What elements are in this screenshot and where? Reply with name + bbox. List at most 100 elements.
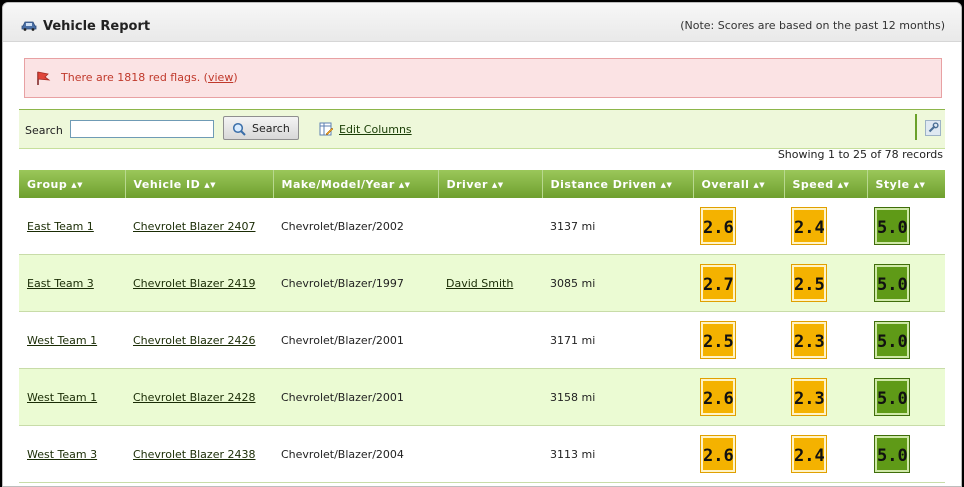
alert-text-after: ) (233, 71, 238, 84)
table-row: East Team 3 Chevrolet Blazer 2419 Chevro… (19, 254, 945, 312)
magnifier-icon (232, 122, 246, 136)
driver-link[interactable]: David Smith (446, 277, 513, 290)
scores-note: (Note: Scores are based on the past 12 m… (680, 19, 945, 32)
edit-columns-label: Edit Columns (339, 123, 412, 136)
speed-cell: 2.4 (784, 425, 867, 483)
distance-cell: 3113 mi (542, 425, 693, 483)
table-header-row: Group ▲▼ Vehicle ID ▲▼ Make/Model/Year ▲▼ D… (19, 170, 945, 198)
speed-score-badge: 2.4 (791, 207, 827, 245)
sort-arrows-icon: ▲▼ (398, 180, 411, 189)
style-score-badge: 5.0 (874, 207, 910, 245)
column-header-driver[interactable]: Driver ▲▼ (438, 170, 543, 198)
vehicle-id-link[interactable]: Chevrolet Blazer 2428 (133, 391, 255, 404)
records-count: Showing 1 to 25 of 78 records (777, 148, 943, 161)
column-header-make-model-year[interactable]: Make/Model/Year ▲▼ (273, 170, 439, 198)
overall-cell: 2.5 (693, 311, 784, 369)
vehicle-report-panel: Vehicle Report (Note: Scores are based o… (2, 2, 962, 487)
vehicle-id-link[interactable]: Chevrolet Blazer 2426 (133, 334, 255, 347)
overall-cell: 2.7 (693, 254, 784, 312)
search-label: Search (25, 124, 63, 137)
vehicle-id-cell: Chevrolet Blazer 2428 (125, 368, 273, 426)
vehicle-id-cell: Chevrolet Blazer 2407 (125, 198, 273, 255)
page-title: Vehicle Report (43, 19, 151, 34)
sort-arrows-icon: ▲▼ (71, 180, 83, 189)
vehicle-id-link[interactable]: Chevrolet Blazer 2407 (133, 220, 255, 233)
distance-cell: 3137 mi (542, 198, 693, 255)
overall-score-badge: 2.5 (700, 321, 736, 359)
style-cell: 5.0 (867, 425, 945, 483)
table-row: East Team 1 Chevrolet Blazer 2407 Chevro… (19, 198, 945, 255)
make-model-year-cell: Chevrolet/Blazer/2001 (273, 368, 438, 426)
make-model-year-cell: Chevrolet/Blazer/2004 (273, 425, 438, 483)
style-cell: 5.0 (867, 311, 945, 369)
speed-cell: 2.4 (784, 198, 867, 255)
vehicle-id-link[interactable]: Chevrolet Blazer 2419 (133, 277, 255, 290)
title-bar: Vehicle Report (Note: Scores are based o… (3, 3, 961, 42)
sort-arrows-icon: ▲▼ (837, 180, 850, 189)
column-header-speed[interactable]: Speed ▲▼ (784, 170, 868, 198)
wrench-icon (928, 122, 939, 133)
column-label: Group (27, 177, 68, 191)
search-button[interactable]: Search (223, 116, 299, 140)
group-link[interactable]: East Team 1 (27, 220, 94, 233)
speed-cell: 2.5 (784, 254, 867, 312)
edit-columns-icon (319, 122, 333, 136)
column-label: Driver (446, 177, 488, 191)
driver-cell (438, 368, 542, 426)
sort-arrows-icon: ▲▼ (660, 180, 673, 189)
vehicle-id-link[interactable]: Chevrolet Blazer 2438 (133, 448, 255, 461)
group-link[interactable]: West Team 1 (27, 391, 97, 404)
style-score-badge: 5.0 (874, 321, 910, 359)
red-flags-alert: There are 1818 red flags. (view) (24, 58, 942, 98)
sort-arrows-icon: ▲▼ (913, 180, 926, 189)
group-link[interactable]: East Team 3 (27, 277, 94, 290)
column-label: Overall (701, 177, 750, 191)
column-header-group[interactable]: Group ▲▼ (19, 170, 126, 198)
group-link[interactable]: West Team 1 (27, 334, 97, 347)
distance-cell: 3171 mi (542, 311, 693, 369)
settings-button[interactable] (925, 120, 941, 136)
group-cell: West Team 1 (19, 311, 125, 369)
view-red-flags-link[interactable]: view (208, 71, 233, 84)
red-flag-icon (37, 71, 51, 85)
column-label: Make/Model/Year (281, 177, 395, 191)
make-model-year-cell: Chevrolet/Blazer/1997 (273, 254, 438, 312)
vehicle-id-cell: Chevrolet Blazer 2438 (125, 425, 273, 483)
column-label: Style (875, 177, 910, 191)
overall-cell: 2.6 (693, 368, 784, 426)
alert-message: There are 1818 red flags. (view) (61, 71, 238, 84)
overall-score-badge: 2.6 (700, 207, 736, 245)
column-header-vehicle-id[interactable]: Vehicle ID ▲▼ (125, 170, 274, 198)
alert-text-before: There are 1818 red flags. ( (61, 71, 208, 84)
search-toolbar: Search Search Edit Columns (19, 109, 945, 149)
car-icon (21, 21, 37, 31)
speed-score-badge: 2.4 (791, 435, 827, 473)
overall-cell: 2.6 (693, 425, 784, 483)
search-input[interactable] (70, 120, 214, 138)
make-model-year-cell: Chevrolet/Blazer/2002 (273, 198, 438, 255)
column-header-overall[interactable]: Overall ▲▼ (693, 170, 785, 198)
style-cell: 5.0 (867, 368, 945, 426)
sort-arrows-icon: ▲▼ (204, 180, 217, 189)
distance-cell: 3158 mi (542, 368, 693, 426)
group-link[interactable]: West Team 3 (27, 448, 97, 461)
speed-score-badge: 2.5 (791, 264, 827, 302)
sort-arrows-icon: ▲▼ (491, 180, 504, 189)
style-score-badge: 5.0 (874, 264, 910, 302)
make-model-year-cell: Chevrolet/Blazer/2001 (273, 311, 438, 369)
column-header-distance-driven[interactable]: Distance Driven ▲▼ (542, 170, 694, 198)
speed-cell: 2.3 (784, 368, 867, 426)
overall-cell: 2.6 (693, 198, 784, 255)
overall-score-badge: 2.6 (700, 435, 736, 473)
column-header-style[interactable]: Style ▲▼ (867, 170, 945, 198)
style-cell: 5.0 (867, 254, 945, 312)
driver-cell (438, 198, 542, 255)
group-cell: West Team 3 (19, 425, 125, 483)
table-row: West Team 1 Chevrolet Blazer 2428 Chevro… (19, 368, 945, 426)
group-cell: East Team 1 (19, 198, 125, 255)
driver-cell (438, 425, 542, 483)
search-button-label: Search (252, 122, 290, 135)
column-label: Vehicle ID (133, 177, 201, 191)
speed-cell: 2.3 (784, 311, 867, 369)
table-row: West Team 1 Chevrolet Blazer 2426 Chevro… (19, 311, 945, 369)
